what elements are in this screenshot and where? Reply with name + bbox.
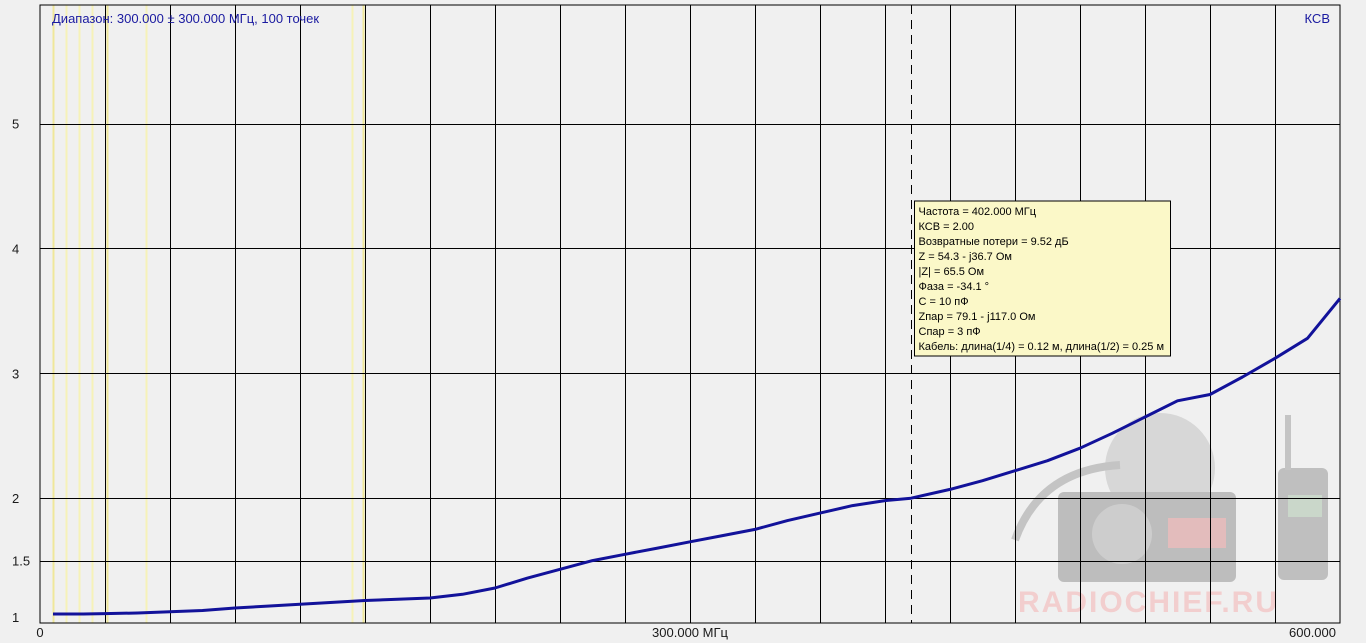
legend-entry: КСВ: [1305, 11, 1331, 26]
swr-chart: RADIOCHIEF.RU 1 1.5 2 3 4 5 0 300.000 МГц 600.0…: [0, 0, 1366, 643]
x-tick-label: 600.000: [1289, 625, 1336, 640]
tooltip-line: Z = 54.3 - j36.7 Ом: [919, 251, 1012, 263]
tooltip-line: Cпар = 3 пФ: [919, 326, 981, 338]
tooltip-line: Кабель: длина(1/4) = 0.12 м, длина(1/2) …: [919, 341, 1165, 353]
y-tick-label: 4: [12, 241, 19, 256]
tooltip-line: КСВ = 2.00: [919, 221, 975, 233]
marker-readout-tooltip: Частота = 402.000 МГц КСВ = 2.00 Возвратны…: [914, 200, 1171, 357]
chart-title: Диапазон: 300.000 ± 300.000 МГц, 100 точ…: [52, 11, 319, 26]
y-tick-label: 1.5: [12, 554, 30, 569]
y-tick-label: 3: [12, 366, 19, 381]
watermark-text: RADIOCHIEF.RU: [1018, 586, 1279, 619]
x-tick-label: 0: [36, 625, 43, 640]
tooltip-line: Возвратные потери = 9.52 дБ: [919, 236, 1069, 248]
x-tick-label: 300.000 МГц: [652, 625, 728, 640]
y-tick-label: 1: [12, 610, 19, 625]
tooltip-line: |Z| = 65.5 Ом: [919, 266, 985, 278]
tooltip-line: C = 10 пФ: [919, 296, 969, 308]
tooltip-line: Zпар = 79.1 - j117.0 Ом: [919, 311, 1036, 323]
tooltip-line: Частота = 402.000 МГц: [919, 206, 1037, 218]
tooltip-line: Фаза = -34.1 °: [919, 281, 990, 293]
y-tick-label: 5: [12, 117, 19, 132]
y-tick-label: 2: [12, 491, 19, 506]
